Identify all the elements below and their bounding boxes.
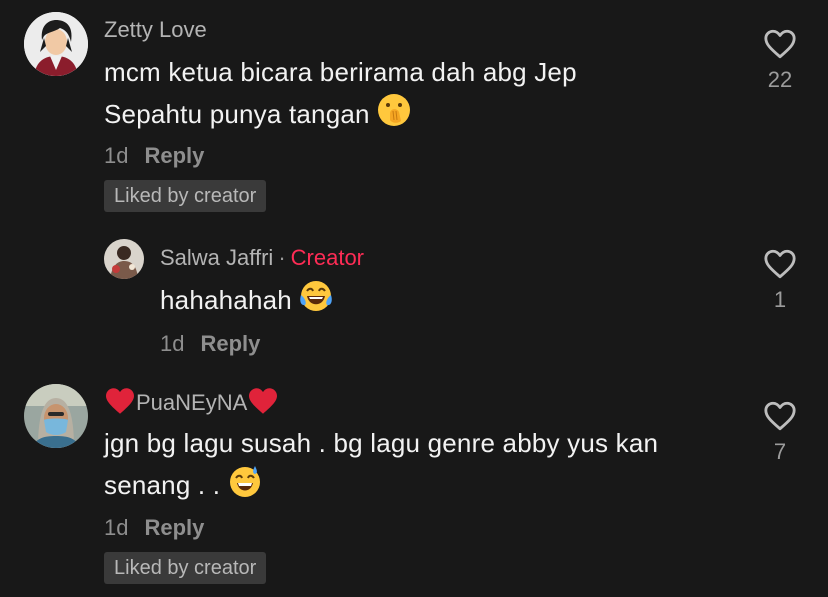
avatar[interactable] xyxy=(104,239,144,279)
reply-button[interactable]: Reply xyxy=(200,331,260,356)
comment-username-row: PuaNEyNA xyxy=(104,387,279,421)
comment-username[interactable]: PuaNEyNA xyxy=(136,390,247,415)
comment-username[interactable]: Zetty Love xyxy=(104,17,207,43)
tears-of-joy-emoji xyxy=(299,279,333,325)
comment-text: jgn bg lagu susah . bg lagu genre abby y… xyxy=(104,422,744,510)
like-control[interactable]: 22 xyxy=(750,28,810,93)
hand-over-mouth-emoji xyxy=(377,93,411,139)
liked-by-creator-badge: Liked by creator xyxy=(104,180,267,212)
like-count: 7 xyxy=(773,439,787,464)
like-count: 1 xyxy=(773,287,787,312)
comment-time: 1d xyxy=(104,143,129,168)
comment-text-fragment: hahahahah xyxy=(160,285,292,315)
avatar-image xyxy=(104,239,144,279)
comment-meta: 1d Reply xyxy=(104,143,204,169)
avatar-image xyxy=(24,384,88,448)
like-control[interactable]: 1 xyxy=(750,248,810,313)
like-count: 22 xyxy=(767,67,793,92)
heart-outline-icon[interactable] xyxy=(763,28,797,60)
comment-meta: 1d Reply xyxy=(160,331,260,357)
comment-text-line: jgn bg lagu susah . bg lagu genre abby y… xyxy=(104,428,659,458)
avatar[interactable] xyxy=(24,12,88,76)
reply-username-row: Salwa Jaffri · Creator xyxy=(160,245,364,271)
creator-label: Creator xyxy=(290,245,364,270)
comment-meta: 1d Reply xyxy=(104,515,204,541)
heart-outline-icon[interactable] xyxy=(763,248,797,280)
liked-by-creator-badge: Liked by creator xyxy=(104,552,267,584)
comment-text-fragment: senang . . xyxy=(104,470,221,500)
comment-text-line: senang . . xyxy=(104,464,744,510)
heart-outline-icon[interactable] xyxy=(763,400,797,432)
comment-text-line: Sepahtu punya tangan xyxy=(104,93,744,139)
comment-text-line: mcm ketua bicara berirama dah abg Jep xyxy=(104,57,577,87)
reply-button[interactable]: Reply xyxy=(144,515,204,540)
grinning-sweat-emoji xyxy=(228,464,262,510)
like-control[interactable]: 7 xyxy=(750,400,810,465)
comment-username[interactable]: Salwa Jaffri xyxy=(160,245,273,270)
red-heart-icon xyxy=(247,387,279,421)
comment-text: hahahahah xyxy=(160,279,333,325)
comment-text-fragment: Sepahtu punya tangan xyxy=(104,99,370,129)
avatar-image xyxy=(24,12,88,76)
red-heart-icon xyxy=(104,387,136,421)
separator-dot: · xyxy=(278,245,286,270)
comment-time: 1d xyxy=(104,515,129,540)
reply-button[interactable]: Reply xyxy=(144,143,204,168)
comment-text: mcm ketua bicara berirama dah abg Jep Se… xyxy=(104,51,744,139)
avatar[interactable] xyxy=(24,384,88,448)
comment-time: 1d xyxy=(160,331,185,356)
